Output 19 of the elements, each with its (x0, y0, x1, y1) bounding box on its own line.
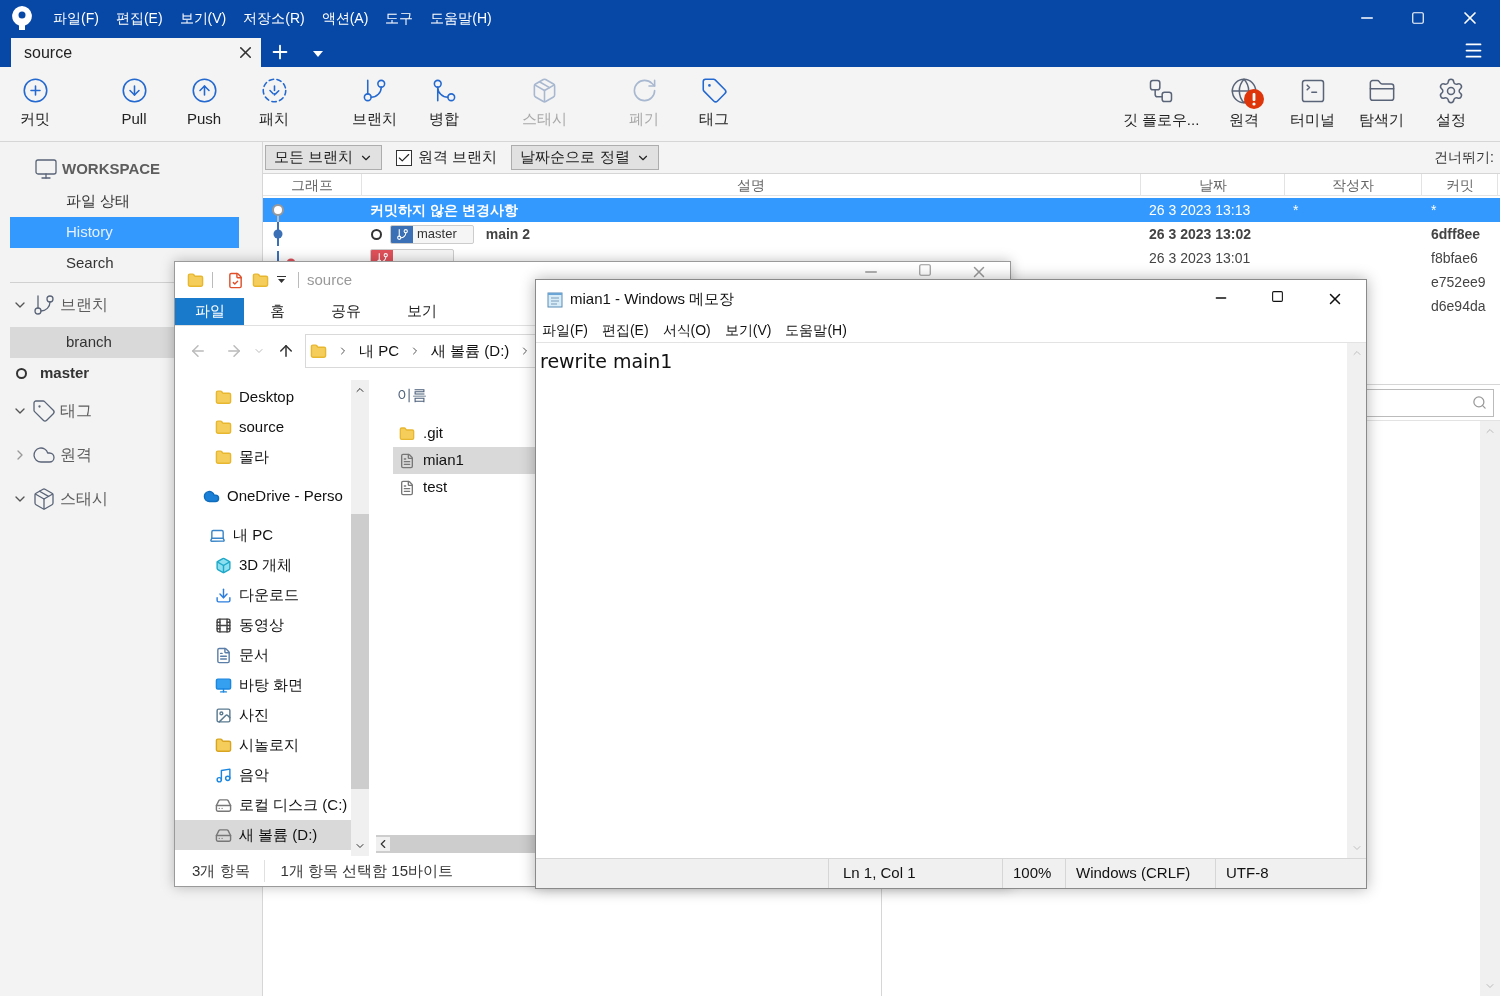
commit-date: 26 3 2023 13:01 (1149, 249, 1251, 266)
branch-label: master (390, 224, 474, 244)
commit-hash: * (1431, 201, 1437, 218)
skip-label: 건너뛰기: (1434, 148, 1494, 167)
commit-date: 26 3 2023 13:02 (1149, 225, 1251, 242)
commit-hash: 6dff8ee (1431, 225, 1481, 242)
status-text: 100% (1003, 859, 1066, 888)
status-text: Ln 1, Col 1 (829, 859, 1003, 888)
commit-hash: f8bfae6 (1431, 249, 1478, 266)
status-text: Windows (CRLF) (1066, 859, 1216, 888)
commit-date: 26 3 2023 13:13 (1149, 201, 1251, 218)
commit-author: * (1293, 201, 1299, 218)
status-text: 1개 항목 선택함 15바이트 (280, 860, 454, 881)
status-text: 3개 항목 (192, 859, 265, 883)
status-text: UTF-8 (1225, 863, 1270, 884)
window-title: mian1 - Windows 메모장 (570, 288, 735, 309)
window-title: source (307, 269, 353, 290)
commit-description: main 2 (485, 224, 531, 244)
commit-description: 커밋하지 않은 변경사항 (370, 200, 518, 220)
